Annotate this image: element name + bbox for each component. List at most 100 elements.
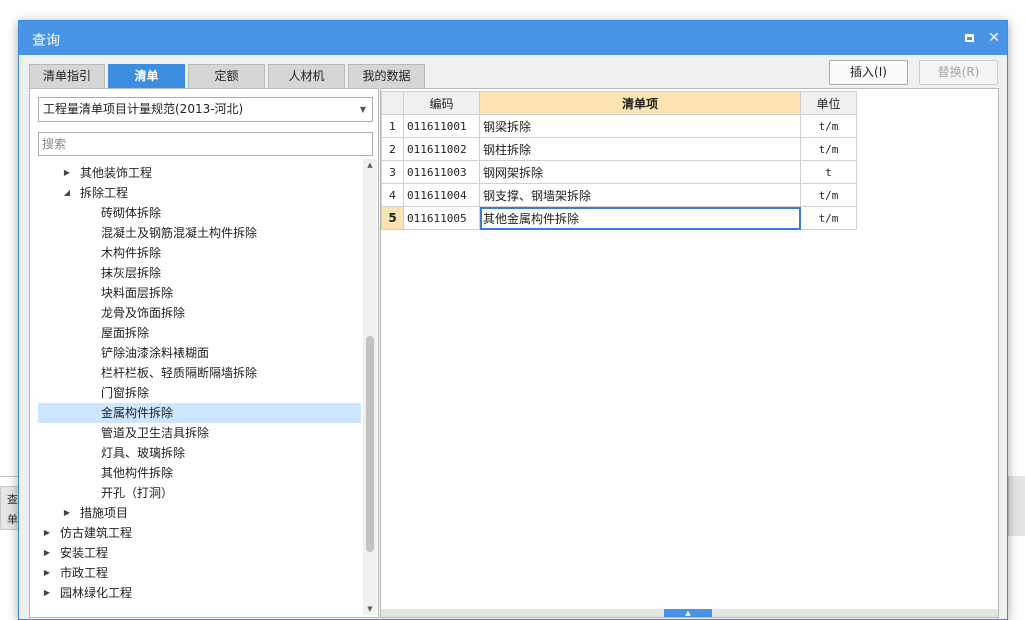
row-number: 5	[381, 206, 404, 230]
name-cell[interactable]: 其他金属构件拆除	[479, 206, 801, 230]
row-number: 3	[381, 160, 404, 184]
tree-item-label: 屋面拆除	[101, 326, 150, 340]
tree-item-label: 拆除工程	[80, 186, 129, 200]
tree-item-label: 砖砌体拆除	[101, 206, 162, 220]
tree-item[interactable]: ▶ 园林绿化工程	[38, 583, 361, 603]
code-cell[interactable]: 011611001	[403, 114, 480, 138]
close-icon[interactable]: ✕	[984, 28, 1004, 48]
tree-item[interactable]: ◢ 拆除工程	[38, 183, 361, 203]
table-row[interactable]: 2 011611002 钢柱拆除 t/m	[381, 137, 857, 161]
tree-item[interactable]: 管道及卫生洁具拆除	[38, 423, 361, 443]
unit-cell[interactable]: t	[800, 160, 857, 184]
title-bar[interactable]: 查询 ✕	[19, 21, 1007, 55]
table-row[interactable]: 3 011611003 钢网架拆除 t	[381, 160, 857, 184]
unit-header[interactable]: 单位	[800, 91, 857, 115]
scroll-thumb[interactable]	[366, 336, 374, 552]
triangle-down-icon[interactable]: ◢	[62, 183, 72, 203]
grid-header-row: 编码 清单项 单位	[381, 91, 857, 115]
tab-my-data[interactable]: 我的数据	[348, 64, 425, 88]
scroll-grip-icon[interactable]: ▲	[664, 609, 712, 617]
tree-item-label: 管道及卫生洁具拆除	[101, 426, 210, 440]
tree-item-label: 混凝土及钢筋混凝土构件拆除	[101, 226, 258, 240]
tree-item-label: 安装工程	[60, 546, 109, 560]
tree-item[interactable]: 龙骨及饰面拆除	[38, 303, 361, 323]
tree-item-label: 其他构件拆除	[101, 466, 174, 480]
window-title: 查询	[32, 33, 60, 49]
triangle-right-icon[interactable]: ▶	[42, 543, 52, 563]
triangle-right-icon[interactable]: ▶	[62, 163, 72, 183]
row-number: 1	[381, 114, 404, 138]
row-number-header	[381, 91, 404, 115]
tree-item[interactable]: 屋面拆除	[38, 323, 361, 343]
background-cell-bottom: 单	[7, 513, 18, 526]
unit-cell[interactable]: t/m	[800, 137, 857, 161]
unit-cell[interactable]: t/m	[800, 206, 857, 230]
background-cell-top: 查	[7, 493, 18, 506]
list-grid-panel: 编码 清单项 单位 1 011611001 钢梁拆除 t/m 2 011611002 钢柱拆…	[380, 88, 999, 618]
tree-item-label: 措施项目	[80, 506, 129, 520]
grid-hscroll[interactable]: ▲	[381, 609, 998, 617]
unit-cell[interactable]: t/m	[800, 114, 857, 138]
unit-cell[interactable]: t/m	[800, 183, 857, 207]
triangle-right-icon[interactable]: ▶	[42, 583, 52, 603]
tab-materials[interactable]: 人材机	[268, 64, 345, 88]
table-row[interactable]: 4 011611004 钢支撑、钢墙架拆除 t/m	[381, 183, 857, 207]
spec-select[interactable]: 工程量清单项目计量规范(2013-河北) ▼	[38, 97, 373, 122]
tree-item[interactable]: 开孔（打洞）	[38, 483, 361, 503]
tree-item[interactable]: ▶ 其他装饰工程	[38, 163, 361, 183]
table-row[interactable]: 1 011611001 钢梁拆除 t/m	[381, 114, 857, 138]
table-row[interactable]: 5 011611005 其他金属构件拆除 t/m	[381, 206, 857, 230]
tree-item-label: 门窗拆除	[101, 386, 150, 400]
code-header[interactable]: 编码	[403, 91, 480, 115]
tree-item[interactable]: 木构件拆除	[38, 243, 361, 263]
name-header[interactable]: 清单项	[479, 91, 801, 115]
background-panel-right	[1008, 476, 1025, 536]
tree-item[interactable]: 其他构件拆除	[38, 463, 361, 483]
name-cell[interactable]: 钢网架拆除	[479, 160, 801, 184]
tree-item-label: 抹灰层拆除	[101, 266, 162, 280]
tab-list[interactable]: 清单	[108, 64, 185, 88]
row-number: 4	[381, 183, 404, 207]
category-panel: 工程量清单项目计量规范(2013-河北) ▼ ▶ 其他装饰工程 ◢ 拆除工程砖砌体拆除…	[29, 88, 379, 618]
spec-select-value: 工程量清单项目计量规范(2013-河北)	[43, 102, 244, 116]
tree-item[interactable]: 灯具、玻璃拆除	[38, 443, 361, 463]
tree-item[interactable]: ▶ 措施项目	[38, 503, 361, 523]
code-cell[interactable]: 011611002	[403, 137, 480, 161]
tree-item[interactable]: ▶ 市政工程	[38, 563, 361, 583]
list-grid: 编码 清单项 单位 1 011611001 钢梁拆除 t/m 2 011611002 钢柱拆…	[381, 91, 857, 230]
scroll-up-icon[interactable]: ▲	[363, 159, 377, 171]
triangle-right-icon[interactable]: ▶	[42, 523, 52, 543]
tree-item[interactable]: 砖砌体拆除	[38, 203, 361, 223]
replace-button[interactable]: 替换(R)	[919, 60, 998, 85]
name-cell[interactable]: 钢梁拆除	[479, 114, 801, 138]
tab-list-guide[interactable]: 清单指引	[29, 64, 105, 88]
tree-item-label: 园林绿化工程	[60, 586, 133, 600]
tree-item[interactable]: 金属构件拆除	[38, 403, 361, 423]
triangle-right-icon[interactable]: ▶	[62, 503, 72, 523]
insert-button[interactable]: 插入(I)	[829, 60, 908, 85]
tree-item[interactable]: ▶ 仿古建筑工程	[38, 523, 361, 543]
search-input[interactable]	[38, 132, 373, 156]
tab-quota[interactable]: 定额	[188, 64, 265, 88]
row-number: 2	[381, 137, 404, 161]
tree-item[interactable]: ▶ 安装工程	[38, 543, 361, 563]
tree-item-label: 块料面层拆除	[101, 286, 174, 300]
tree-item[interactable]: 铲除油漆涂料裱糊面	[38, 343, 361, 363]
name-cell[interactable]: 钢支撑、钢墙架拆除	[479, 183, 801, 207]
tree-scrollbar[interactable]: ▲ ▼	[363, 159, 377, 615]
tree-item[interactable]: 栏杆栏板、轻质隔断隔墙拆除	[38, 363, 361, 383]
tree-item-label: 灯具、玻璃拆除	[101, 446, 186, 460]
scroll-down-icon[interactable]: ▼	[363, 603, 377, 615]
code-cell[interactable]: 011611004	[403, 183, 480, 207]
tree-item-label: 市政工程	[60, 566, 109, 580]
tree-item-label: 开孔（打洞）	[101, 486, 174, 500]
tree-item[interactable]: 门窗拆除	[38, 383, 361, 403]
tree-item[interactable]: 块料面层拆除	[38, 283, 361, 303]
tree-item[interactable]: 混凝土及钢筋混凝土构件拆除	[38, 223, 361, 243]
maximize-icon[interactable]	[959, 28, 979, 48]
name-cell[interactable]: 钢柱拆除	[479, 137, 801, 161]
code-cell[interactable]: 011611003	[403, 160, 480, 184]
tree-item[interactable]: 抹灰层拆除	[38, 263, 361, 283]
triangle-right-icon[interactable]: ▶	[42, 563, 52, 583]
code-cell[interactable]: 011611005	[403, 206, 480, 230]
